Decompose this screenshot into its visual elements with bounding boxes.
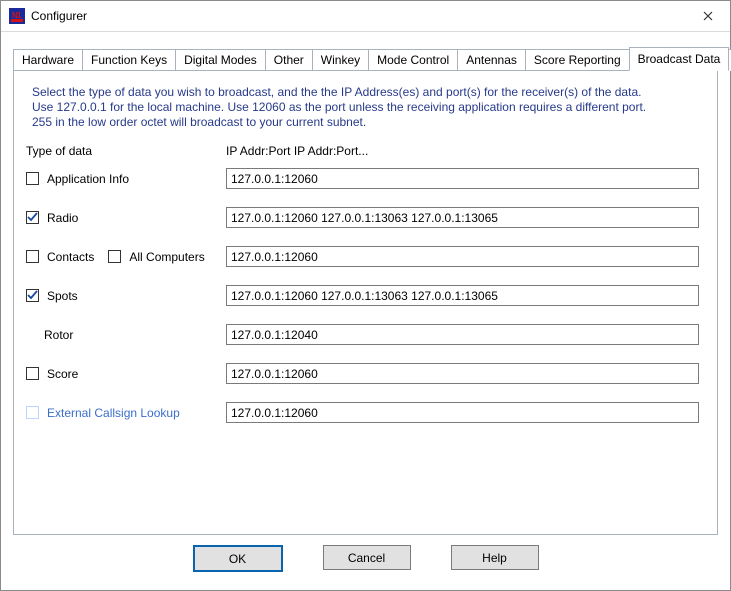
label-application-info: Application Info: [47, 172, 129, 186]
header-type: Type of data: [26, 144, 226, 158]
tab-broadcast-data[interactable]: Broadcast Data: [629, 47, 730, 71]
close-button[interactable]: [685, 1, 730, 31]
input-rotor[interactable]: [226, 324, 699, 345]
checkbox-score[interactable]: [26, 367, 39, 380]
app-icon: N 1: [9, 8, 25, 24]
window-title: Configurer: [31, 9, 685, 23]
label-spots: Spots: [47, 289, 78, 303]
instructions-text: Select the type of data you wish to broa…: [32, 85, 705, 130]
row-radio: Radio: [26, 207, 705, 228]
cancel-button[interactable]: Cancel: [323, 545, 411, 570]
label-contacts: Contacts: [47, 250, 94, 264]
row-external-callsign-lookup: External Callsign Lookup: [26, 402, 705, 423]
row-score: Score: [26, 363, 705, 384]
label-radio: Radio: [47, 211, 78, 225]
label-rotor: Rotor: [44, 328, 73, 342]
input-score[interactable]: [226, 363, 699, 384]
row-spots: Spots: [26, 285, 705, 306]
tab-strip: Hardware Function Keys Digital Modes Oth…: [13, 46, 718, 70]
broadcast-data-panel: Select the type of data you wish to broa…: [13, 70, 718, 535]
input-external-callsign-lookup[interactable]: [226, 402, 699, 423]
checkbox-spots[interactable]: [26, 289, 39, 302]
tab-mode-control[interactable]: Mode Control: [368, 49, 458, 71]
label-all-computers: All Computers: [129, 250, 204, 264]
tab-digital-modes[interactable]: Digital Modes: [175, 49, 266, 71]
tab-other[interactable]: Other: [265, 49, 313, 71]
checkbox-contacts[interactable]: [26, 250, 39, 263]
tab-winkey[interactable]: Winkey: [312, 49, 369, 71]
tab-score-reporting[interactable]: Score Reporting: [525, 49, 630, 71]
help-button[interactable]: Help: [451, 545, 539, 570]
tab-hardware[interactable]: Hardware: [13, 49, 83, 71]
row-application-info: Application Info: [26, 168, 705, 189]
header-addr: IP Addr:Port IP Addr:Port...: [226, 144, 368, 158]
input-application-info[interactable]: [226, 168, 699, 189]
label-score: Score: [47, 367, 78, 381]
checkbox-all-computers[interactable]: [108, 250, 121, 263]
checkbox-application-info[interactable]: [26, 172, 39, 185]
column-headers: Type of data IP Addr:Port IP Addr:Port..…: [26, 144, 705, 158]
tab-antennas[interactable]: Antennas: [457, 49, 526, 71]
dialog-button-row: OK Cancel Help: [13, 535, 718, 580]
row-contacts: Contacts All Computers: [26, 246, 705, 267]
label-external-callsign-lookup: External Callsign Lookup: [47, 406, 180, 420]
svg-text:1: 1: [17, 11, 22, 20]
input-radio[interactable]: [226, 207, 699, 228]
checkbox-radio[interactable]: [26, 211, 39, 224]
configurer-window: N 1 Configurer Hardware Function Keys Di…: [0, 0, 731, 591]
tab-function-keys[interactable]: Function Keys: [82, 49, 176, 71]
input-spots[interactable]: [226, 285, 699, 306]
ok-button[interactable]: OK: [193, 545, 283, 572]
titlebar: N 1 Configurer: [1, 1, 730, 32]
client-area: Hardware Function Keys Digital Modes Oth…: [1, 32, 730, 590]
checkbox-external-callsign-lookup[interactable]: [26, 406, 39, 419]
row-rotor: Rotor: [26, 324, 705, 345]
input-contacts[interactable]: [226, 246, 699, 267]
